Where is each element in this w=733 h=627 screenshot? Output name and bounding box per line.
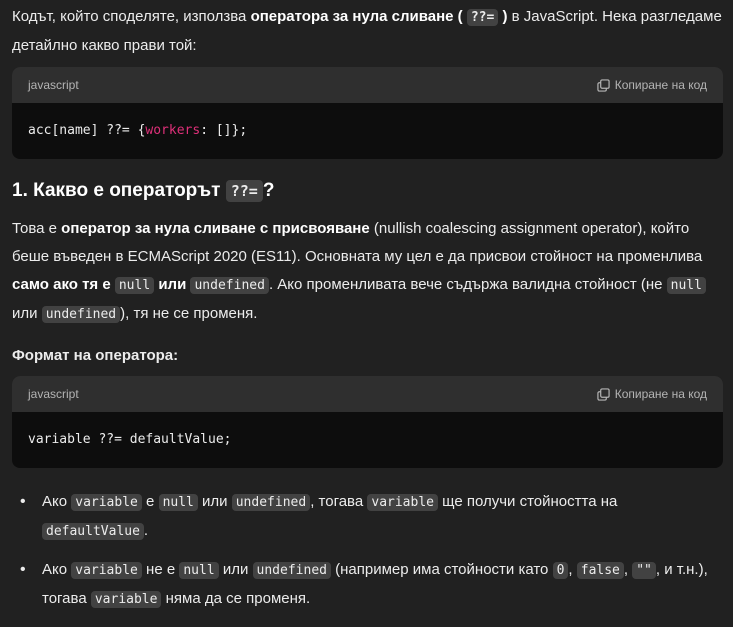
inline-code: undefined	[41, 306, 121, 323]
inline-code: variable	[71, 562, 142, 579]
inline-code: ??=	[466, 9, 499, 26]
code-block-header: javascript Копиране на код	[12, 67, 723, 103]
inline-code: 0	[552, 562, 569, 579]
inline-code: undefined	[231, 494, 311, 511]
code-content: acc[name] ??= {workers: []};	[28, 123, 248, 138]
bold-text: оператора за нула сливане ( ??= )	[250, 8, 508, 26]
inline-code: null	[666, 277, 706, 294]
inline-code: undefined	[190, 277, 269, 294]
inline-code: variable	[90, 591, 162, 608]
description-paragraph: Това е оператор за нула сливане с присво…	[12, 215, 722, 329]
inline-code: undefined	[252, 562, 331, 579]
code-language-label: javascript	[28, 78, 79, 92]
inline-code: null	[179, 562, 219, 579]
copy-code-label: Копиране на код	[614, 387, 707, 401]
bold-text: само ако тя е	[12, 276, 115, 293]
list-item: Ако variable е null или undefined, тогав…	[12, 488, 712, 546]
inline-code: null	[158, 494, 198, 511]
text: Кодът, който споделяте, използва	[12, 8, 251, 25]
list-item: Ако variable не е null или undefined (на…	[12, 556, 712, 614]
section-heading: 1. Какво е операторът ??=?	[12, 180, 275, 202]
bullet-list: Ако variable е null или undefined, тогав…	[12, 488, 712, 624]
inline-code: false	[576, 562, 624, 579]
intro-paragraph: Кодът, който споделяте, използва операто…	[12, 3, 722, 60]
inline-code: ""	[632, 562, 656, 579]
chat-message: Кодът, който споделяте, използва операто…	[0, 0, 733, 627]
code-block-1: javascript Копиране на код acc[name] ??=…	[12, 67, 723, 159]
inline-code: ??=	[225, 180, 263, 202]
copy-code-button[interactable]: Копиране на код	[597, 380, 707, 408]
copy-code-button[interactable]: Копиране на код	[597, 71, 707, 99]
code-language-label: javascript	[28, 387, 79, 401]
inline-code: defaultValue	[42, 523, 144, 540]
format-label: Формат на оператора:	[12, 347, 179, 364]
inline-code: null	[114, 277, 155, 294]
code-block-header: javascript Копиране на код	[12, 376, 723, 412]
inline-code: variable	[71, 494, 142, 511]
bold-text: оператор за нула сливане с присвояване	[61, 220, 370, 237]
copy-icon	[597, 387, 610, 401]
inline-code: variable	[367, 494, 438, 511]
code-block-2: javascript Копиране на код variable ??= …	[12, 376, 723, 468]
copy-code-label: Копиране на код	[614, 78, 707, 92]
code-property: workers	[145, 123, 201, 138]
bold-text: или	[154, 276, 191, 293]
copy-icon	[597, 78, 610, 92]
code-content: variable ??= defaultValue;	[28, 432, 232, 447]
